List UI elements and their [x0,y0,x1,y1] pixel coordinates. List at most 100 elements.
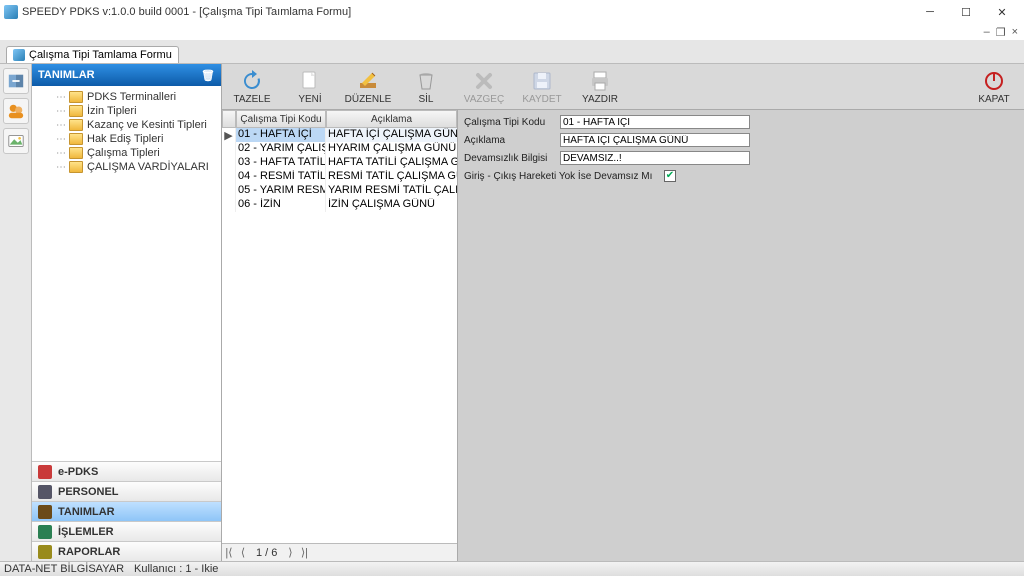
cancel-button[interactable]: VAZGEÇ [456,66,512,107]
tree-dots-icon: ⋯ [56,106,65,117]
nav-item-label: Kazanç ve Kesinti Tipleri [87,119,207,131]
cell-aciklama: YARIM RESMİ TATİL ÇALIŞMA GÜNÜ [326,184,457,198]
folder-icon [69,91,83,103]
power-icon [982,69,1006,93]
grid-row-indicator-header [222,110,236,128]
grid-nav-last[interactable]: ⟩| [297,546,311,559]
table-row[interactable]: 04 - RESMİ TATİLRESMİ TATİL ÇALIŞMA GÜNÜ [222,170,457,184]
nav-header-label: TANIMLAR [38,69,95,81]
form-icon [13,49,25,61]
workspace: TAZELE YENİ DÜZENLE SİL VAZGEÇ KAYDET [222,64,1024,561]
nav-section-personel[interactable]: PERSONEL [32,481,221,501]
mdi-minimize-icon[interactable]: – [984,26,990,38]
status-company: DATA-NET BİLGİSAYAR [4,563,124,575]
grid-header: Çalışma Tipi Kodu Açıklama [222,110,457,128]
doc-tab-calisma-tipi[interactable]: Çalışma Tipi Tamlama Formu [6,46,179,63]
nav-item[interactable]: ⋯ İzin Tipleri [32,104,221,118]
table-row[interactable]: 03 - HAFTA TATİLİHAFTA TATİLİ ÇALIŞMA GÜ… [222,156,457,170]
nav-section-e-pdks[interactable]: e-PDKS [32,461,221,481]
cell-aciklama: İZİN ÇALIŞMA GÜNÜ [326,198,457,212]
edit-button[interactable]: DÜZENLE [340,66,396,107]
grid-col-aciklama[interactable]: Açıklama [326,110,457,128]
new-button[interactable]: YENİ [282,66,338,107]
grid-nav-next[interactable]: ⟩ [283,546,297,559]
title-bar: SPEEDY PDKS v:1.0.0 build 0001 - [Çalışm… [0,0,1024,24]
mdi-close-icon[interactable]: × [1012,26,1018,38]
folder-icon [69,133,83,145]
print-icon [588,69,612,93]
nav-item[interactable]: ⋯ Kazanç ve Kesinti Tipleri [32,118,221,132]
nav-tree: ⋯PDKS Terminalleri⋯İzin Tipleri⋯Kazanç v… [32,86,221,461]
cell-kod: 04 - RESMİ TATİL [236,170,326,184]
row-indicator [222,198,236,212]
label-kod: Çalışma Tipi Kodu [464,117,560,128]
cell-kod: 05 - YARIM RESMİ TATİL [236,184,326,198]
nav-item[interactable]: ⋯ÇALIŞMA VARDİYALARI [32,160,221,174]
section-icon [38,465,52,479]
nav-section-tanimlar[interactable]: TANIMLAR [32,501,221,521]
cell-kod: 03 - HAFTA TATİLİ [236,156,326,170]
grid-nav-prev[interactable]: ⟨ [236,546,250,559]
folder-icon [69,105,83,117]
cell-aciklama: RESMİ TATİL ÇALIŞMA GÜNÜ [326,170,457,184]
doc-tab-label: Çalışma Tipi Tamlama Formu [29,49,172,61]
toolbar: TAZELE YENİ DÜZENLE SİL VAZGEÇ KAYDET [222,64,1024,110]
grid-footer: |⟨ ⟨ 1 / 6 ⟩ ⟩| [222,543,457,561]
section-icon [38,485,52,499]
save-button[interactable]: KAYDET [514,66,570,107]
trash-icon[interactable]: 🗑 [201,69,215,82]
print-button[interactable]: YAZDIR [572,66,628,107]
save-icon [530,69,554,93]
nav-section-label: e-PDKS [58,466,98,478]
input-devamsizlik[interactable] [560,151,750,165]
grid-nav-first[interactable]: |⟨ [222,546,236,559]
minimize-button[interactable]: ─ [912,1,948,23]
nav-item[interactable]: ⋯Hak Ediş Tipleri [32,132,221,146]
nav-item-label: Hak Ediş Tipleri [87,133,163,145]
nav-item-label: Çalışma Tipleri [87,147,160,159]
folder-icon [69,119,83,131]
module-toggle-button[interactable] [3,68,29,94]
nav-section-label: RAPORLAR [58,546,120,558]
cell-kod: 02 - YARIM ÇALIŞMA [236,142,326,156]
window-title: SPEEDY PDKS v:1.0.0 build 0001 - [Çalışm… [22,6,912,18]
table-row[interactable]: 02 - YARIM ÇALIŞMAHYARIM ÇALIŞMA GÜNÜ [222,142,457,156]
refresh-button[interactable]: TAZELE [224,66,280,107]
table-row[interactable]: 06 - İZİNİZİN ÇALIŞMA GÜNÜ [222,198,457,212]
input-kod[interactable] [560,115,750,129]
cell-kod: 01 - HAFTA İÇİ [236,128,326,142]
nav-item[interactable]: ⋯ Çalışma Tipleri [32,146,221,160]
checkbox-devamsiz[interactable]: ✔ [664,170,676,182]
tree-dots-icon: ⋯ [56,148,65,159]
module-photo-button[interactable] [3,128,29,154]
nav-section-i̇şlemler[interactable]: İŞLEMLER [32,521,221,541]
detail-form: Çalışma Tipi Kodu Açıklama Devamsızlık B… [458,110,1024,561]
cell-aciklama: HYARIM ÇALIŞMA GÜNÜ [326,142,457,156]
tree-dots-icon: ⋯ [56,120,65,131]
mdi-controls: – ❐ × [0,24,1024,40]
status-bar: DATA-NET BİLGİSAYAR Kullanıcı : 1 - Ikie [0,561,1024,576]
maximize-button[interactable]: ☐ [948,1,984,23]
nav-item-label: İzin Tipleri [87,105,137,117]
row-indicator [222,184,236,198]
grid-body[interactable]: ▶01 - HAFTA İÇİHAFTA İÇİ ÇALIŞMA GÜNÜ02 … [222,128,457,543]
section-icon [38,505,52,519]
close-form-button[interactable]: KAPAT [966,66,1022,107]
nav-section-label: PERSONEL [58,486,119,498]
table-row[interactable]: 05 - YARIM RESMİ TATİLYARIM RESMİ TATİL … [222,184,457,198]
nav-section-label: İŞLEMLER [58,526,114,538]
section-icon [38,525,52,539]
grid-col-kod[interactable]: Çalışma Tipi Kodu [236,110,326,128]
nav-item[interactable]: ⋯PDKS Terminalleri [32,90,221,104]
table-row[interactable]: ▶01 - HAFTA İÇİHAFTA İÇİ ÇALIŞMA GÜNÜ [222,128,457,142]
tree-dots-icon: ⋯ [56,92,65,103]
cell-aciklama: HAFTA İÇİ ÇALIŞMA GÜNÜ [326,128,457,142]
close-button[interactable]: ✕ [984,1,1020,23]
input-aciklama[interactable] [560,133,750,147]
mdi-restore-icon[interactable]: ❐ [996,26,1006,39]
delete-button[interactable]: SİL [398,66,454,107]
label-devamsizlik: Devamsızlık Bilgisi [464,153,560,164]
row-indicator [222,142,236,156]
nav-section-raporlar[interactable]: RAPORLAR [32,541,221,561]
module-people-button[interactable] [3,98,29,124]
